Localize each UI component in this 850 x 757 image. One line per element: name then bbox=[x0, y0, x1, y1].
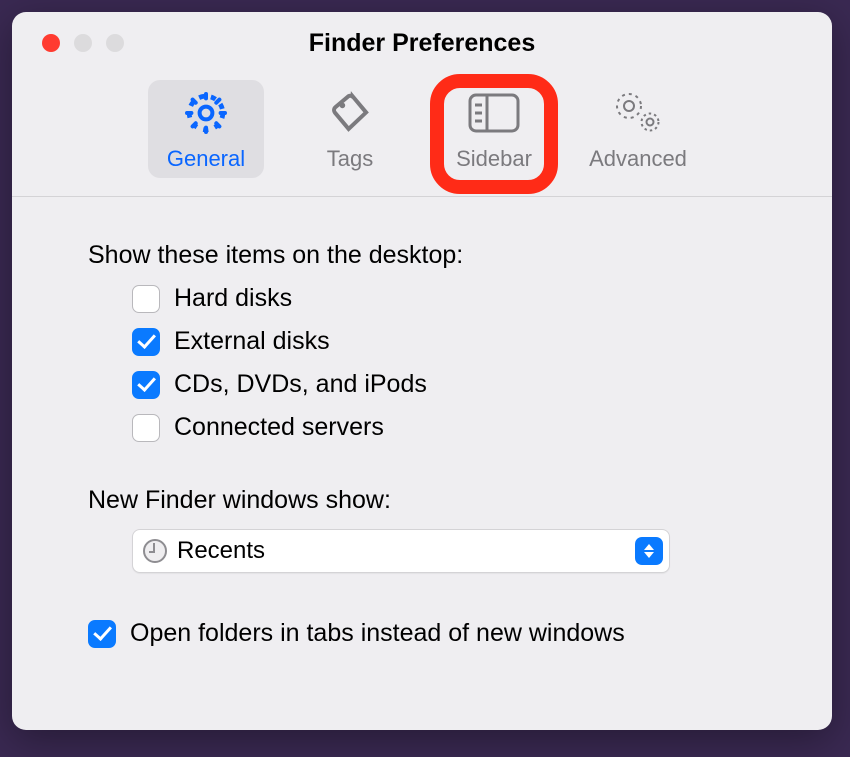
preferences-toolbar: General Tags Sideb bbox=[12, 74, 832, 197]
minimize-button[interactable] bbox=[74, 34, 92, 52]
gears-icon bbox=[612, 80, 664, 146]
sidebar-icon bbox=[467, 80, 521, 146]
desktop-items-heading: Show these items on the desktop: bbox=[88, 241, 756, 270]
checkbox-connected-servers[interactable] bbox=[132, 414, 160, 442]
new-windows-dropdown[interactable]: Recents bbox=[132, 529, 670, 573]
checkbox-row-cds-dvds-ipods: CDs, DVDs, and iPods bbox=[132, 370, 756, 399]
tab-label: Advanced bbox=[589, 146, 687, 172]
checkbox-external-disks[interactable] bbox=[132, 328, 160, 356]
tab-label: Tags bbox=[327, 146, 373, 172]
checkbox-label: Connected servers bbox=[174, 413, 384, 442]
window-title: Finder Preferences bbox=[12, 29, 832, 58]
updown-arrows-icon bbox=[635, 537, 663, 565]
tab-tags[interactable]: Tags bbox=[292, 80, 408, 178]
tag-icon bbox=[326, 80, 374, 146]
checkbox-label: Open folders in tabs instead of new wind… bbox=[130, 619, 625, 648]
checkbox-row-open-in-tabs: Open folders in tabs instead of new wind… bbox=[88, 619, 756, 648]
gear-icon bbox=[182, 80, 230, 146]
checkbox-open-in-tabs[interactable] bbox=[88, 620, 116, 648]
checkbox-label: External disks bbox=[174, 327, 330, 356]
new-windows-heading: New Finder windows show: bbox=[88, 486, 756, 515]
clock-icon bbox=[143, 539, 167, 563]
checkbox-cds-dvds-ipods[interactable] bbox=[132, 371, 160, 399]
checkbox-row-hard-disks: Hard disks bbox=[132, 284, 756, 313]
checkbox-row-connected-servers: Connected servers bbox=[132, 413, 756, 442]
checkbox-label: Hard disks bbox=[174, 284, 292, 313]
tab-general[interactable]: General bbox=[148, 80, 264, 178]
window-controls bbox=[12, 34, 124, 52]
titlebar: Finder Preferences bbox=[12, 12, 832, 74]
tab-label: Sidebar bbox=[456, 146, 532, 172]
zoom-button[interactable] bbox=[106, 34, 124, 52]
general-pane: Show these items on the desktop: Hard di… bbox=[12, 197, 832, 648]
dropdown-value: Recents bbox=[177, 537, 635, 565]
checkbox-label: CDs, DVDs, and iPods bbox=[174, 370, 427, 399]
desktop-items-list: Hard disks External disks CDs, DVDs, and… bbox=[88, 284, 756, 442]
tab-label: General bbox=[167, 146, 245, 172]
tab-sidebar[interactable]: Sidebar bbox=[436, 80, 552, 178]
checkbox-hard-disks[interactable] bbox=[132, 285, 160, 313]
close-button[interactable] bbox=[42, 34, 60, 52]
checkbox-row-external-disks: External disks bbox=[132, 327, 756, 356]
finder-preferences-window: Finder Preferences General Tags bbox=[12, 12, 832, 730]
tab-advanced[interactable]: Advanced bbox=[580, 80, 696, 178]
